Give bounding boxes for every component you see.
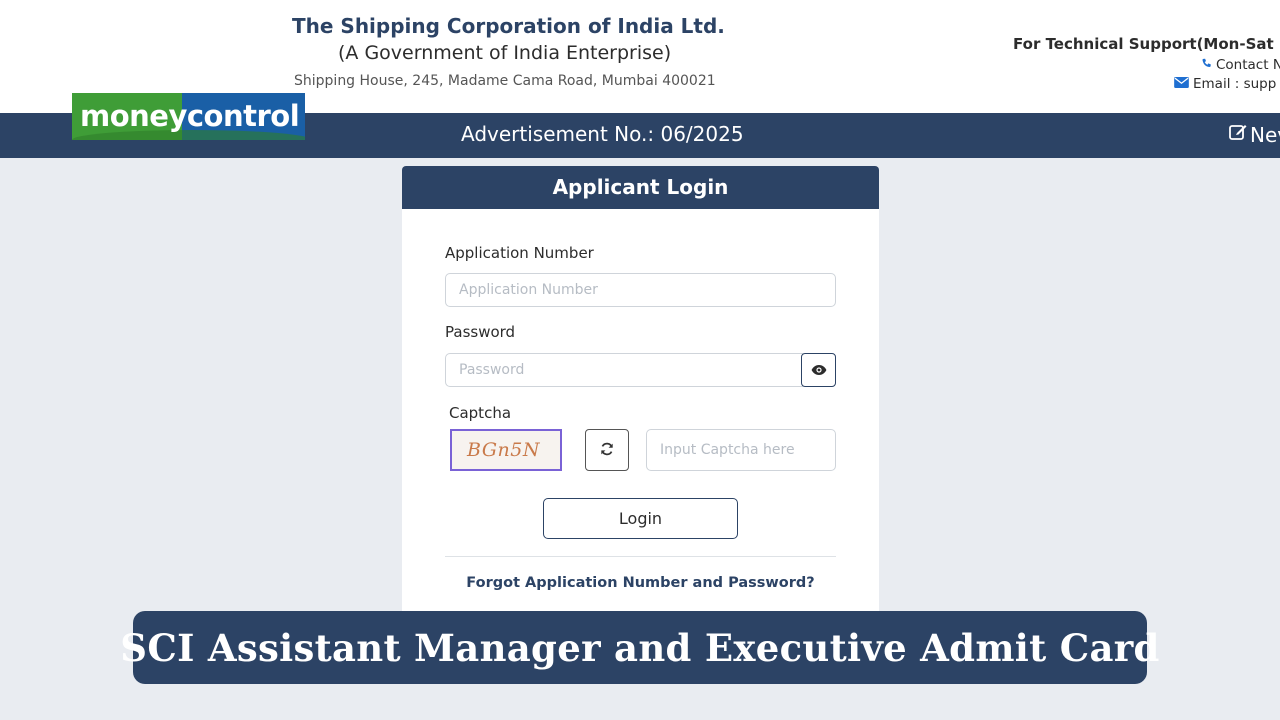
organization-subtitle: (A Government of India Enterprise) — [338, 42, 672, 64]
show-password-button[interactable] — [801, 353, 836, 387]
divider — [445, 556, 836, 557]
refresh-captcha-button[interactable] — [585, 429, 629, 471]
article-caption-banner: SCI Assistant Manager and Executive Admi… — [120, 611, 1159, 684]
moneycontrol-logo: moneycontrol — [72, 93, 305, 140]
moneycontrol-logo-text: moneycontrol — [80, 99, 300, 133]
support-email-text: Email : supp — [1193, 76, 1277, 92]
forgot-credentials-link[interactable]: Forgot Application Number and Password? — [402, 575, 879, 591]
support-contact[interactable]: Contact N — [1201, 57, 1280, 73]
eye-icon — [811, 361, 827, 380]
support-email[interactable]: Email : supp — [1174, 76, 1276, 92]
application-number-label: Application Number — [445, 244, 594, 262]
phone-icon — [1201, 58, 1212, 73]
captcha-image: BGn5N — [450, 429, 562, 471]
advertisement-number: Advertisement No.: 06/2025 — [461, 122, 744, 146]
login-title: Applicant Login — [552, 175, 729, 199]
login-button[interactable]: Login — [543, 498, 738, 539]
captcha-label: Captcha — [449, 404, 512, 422]
article-caption: SCI Assistant Manager and Executive Admi… — [120, 625, 1160, 670]
technical-support-block: For Technical Support(Mon-Sat 1 Contact … — [1013, 35, 1280, 105]
login-card-header: Applicant Login — [402, 166, 879, 209]
refresh-icon — [600, 441, 614, 460]
support-title: For Technical Support(Mon-Sat 1 — [1013, 35, 1280, 53]
support-contact-text: Contact N — [1216, 57, 1280, 73]
application-number-input[interactable] — [445, 273, 836, 307]
password-input[interactable] — [445, 353, 803, 387]
new-registration-link[interactable]: Nev — [1228, 122, 1280, 147]
organization-address: Shipping House, 245, Madame Cama Road, M… — [294, 73, 716, 89]
password-label: Password — [445, 323, 516, 341]
new-link-text: Nev — [1250, 122, 1280, 147]
applicant-login-card: Applicant Login Application Number Passw… — [402, 166, 879, 626]
captcha-input[interactable] — [646, 429, 836, 471]
edit-icon — [1228, 122, 1248, 147]
envelope-icon — [1174, 76, 1189, 92]
captcha-text: BGn5N — [467, 439, 540, 461]
organization-name: The Shipping Corporation of India Ltd. — [292, 14, 725, 38]
